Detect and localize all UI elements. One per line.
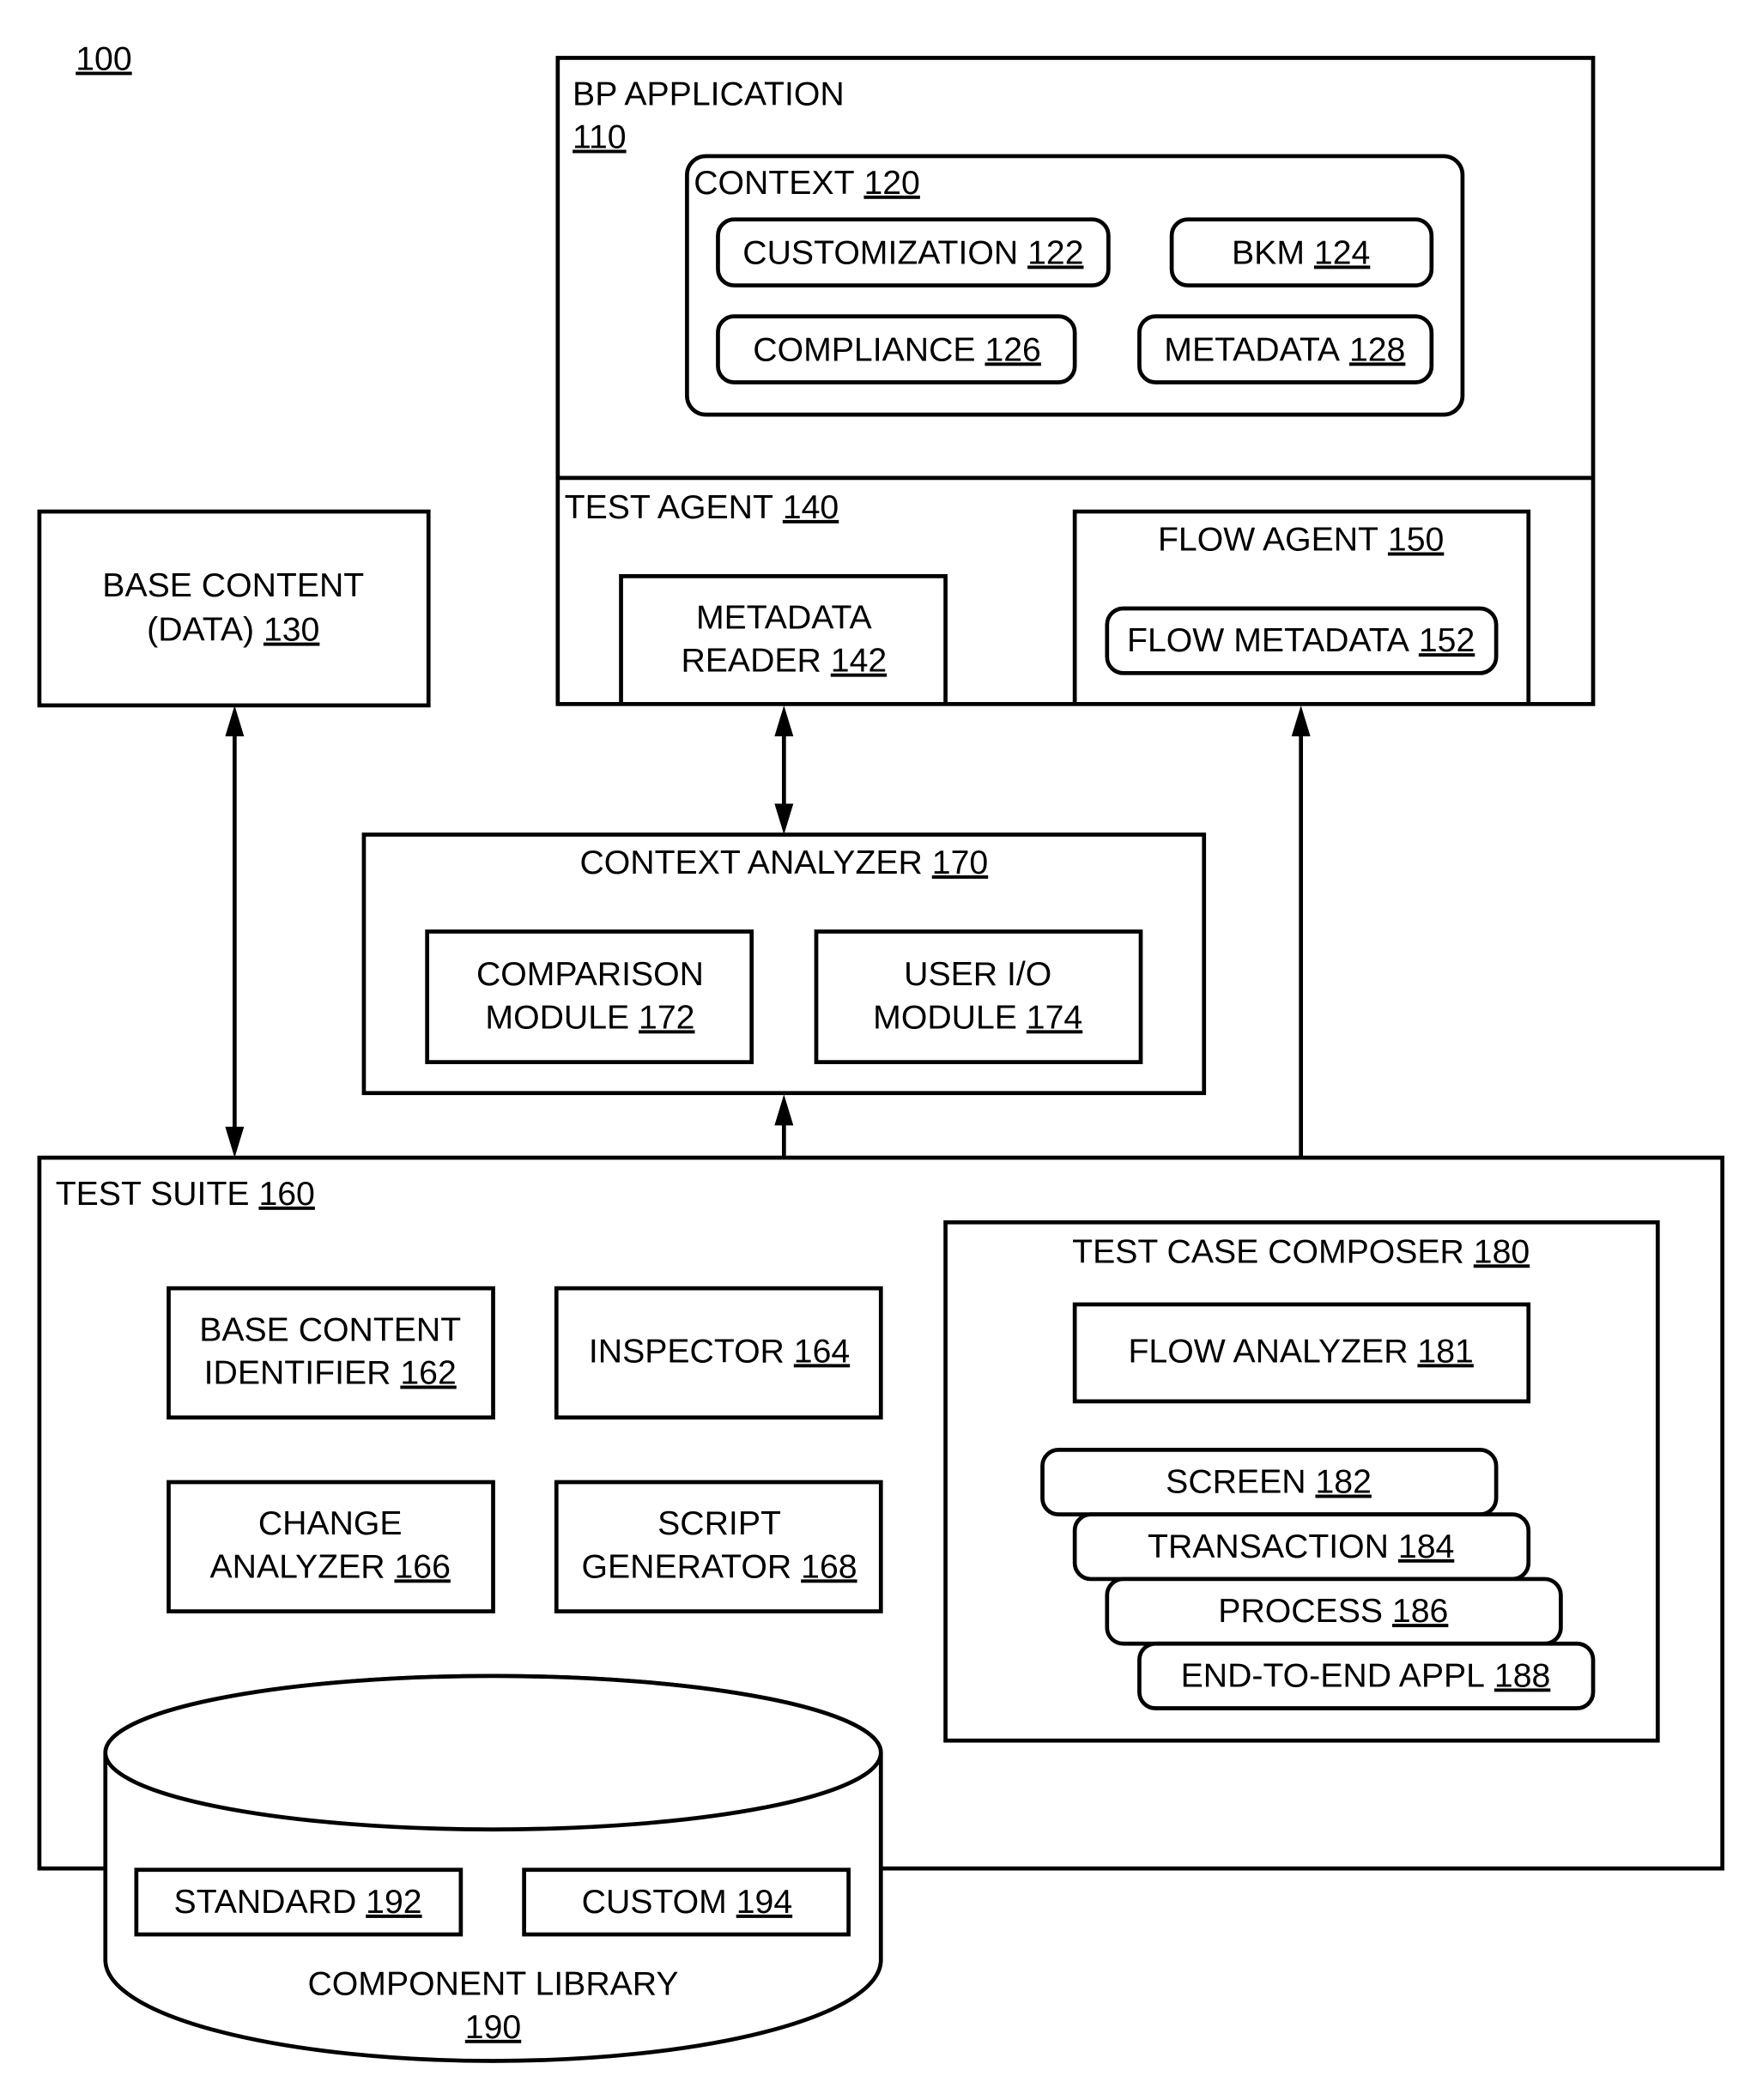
level-screen: SCREEN 182: [1040, 1448, 1499, 1517]
context-analyzer: CONTEXT ANALYZER 170 COMPARISON MODULE 1…: [361, 832, 1207, 1096]
svg-text:(DATA) 130: (DATA) 130: [147, 612, 319, 649]
svg-text:GENERATOR 168: GENERATOR 168: [582, 1548, 857, 1585]
svg-text:SCRIPT: SCRIPT: [657, 1505, 781, 1542]
component-library-ref: 190: [465, 2009, 521, 2046]
context: CONTEXT 120 CUSTOMIZATION 122 BKM 124 CO…: [685, 154, 1465, 417]
metadata: METADATA 128: [1137, 314, 1434, 384]
context-label: CONTEXT: [694, 165, 854, 202]
svg-text:CUSTOMIZATION 122: CUSTOMIZATION 122: [742, 234, 1083, 271]
base-content: BASE CONTENT (DATA) 130: [37, 509, 431, 708]
svg-text:COMPLIANCE 126: COMPLIANCE 126: [753, 331, 1041, 368]
svg-text:MODULE 174: MODULE 174: [873, 999, 1082, 1036]
svg-text:COMPARISON: COMPARISON: [476, 956, 704, 993]
inspector: INSPECTOR 164: [554, 1286, 883, 1420]
svg-text:CONTEXT 120: CONTEXT 120: [694, 165, 920, 202]
connector-flow-agent-test-case-composer: [1291, 705, 1311, 1223]
component-library: STANDARD 192 CUSTOM 194 COMPONENT LIBRAR…: [103, 1673, 883, 2063]
bp-application: BP APPLICATION 110 CONTEXT 120 CUSTOMIZA…: [555, 56, 1596, 706]
compliance: COMPLIANCE 126: [716, 314, 1077, 384]
customization: CUSTOMIZATION 122: [716, 217, 1111, 287]
connector-base-content-test-suite: [225, 705, 245, 1158]
svg-text:FLOW ANALYZER 181: FLOW ANALYZER 181: [1128, 1333, 1473, 1370]
svg-text:MODULE 172: MODULE 172: [485, 999, 694, 1036]
svg-text:BASE CONTENT: BASE CONTENT: [102, 567, 364, 604]
arrowhead-down: [774, 803, 794, 835]
svg-text:USER I/O: USER I/O: [904, 956, 1051, 993]
architecture-diagram: 100 BP APPLICATION 110 CONTEXT 120 CUSTO…: [37, 41, 1724, 2063]
figure-ref: 100: [76, 41, 131, 78]
flow-metadata: FLOW METADATA 152: [1105, 606, 1499, 675]
svg-text:TEST SUITE 160: TEST SUITE 160: [56, 1176, 315, 1213]
svg-text:READER 142: READER 142: [681, 643, 887, 680]
svg-text:ANALYZER 166: ANALYZER 166: [210, 1548, 451, 1585]
test-case-composer: TEST CASE COMPOSER 180 FLOW ANALYZER 181…: [943, 1219, 1660, 1743]
context-ref: 120: [863, 165, 919, 202]
svg-text:CHANGE: CHANGE: [258, 1505, 403, 1542]
svg-text:METADATA 128: METADATA 128: [1164, 331, 1405, 368]
arrowhead-up: [1291, 705, 1311, 737]
svg-text:STANDARD 192: STANDARD 192: [174, 1884, 422, 1921]
svg-text:BKM 124: BKM 124: [1232, 234, 1370, 271]
svg-text:SCREEN 182: SCREEN 182: [1166, 1464, 1372, 1501]
level-end-to-end: END-TO-END APPL 188: [1137, 1641, 1596, 1710]
user-io-module: USER I/O MODULE 174: [814, 929, 1143, 1064]
arrowhead-up: [225, 705, 245, 737]
comparison-module: COMPARISON MODULE 172: [425, 929, 754, 1064]
svg-text:END-TO-END APPL 188: END-TO-END APPL 188: [1181, 1657, 1551, 1694]
arrowhead-up: [774, 705, 794, 737]
level-transaction: TRANSACTION 184: [1072, 1512, 1531, 1582]
svg-text:IDENTIFIER 162: IDENTIFIER 162: [204, 1355, 457, 1392]
svg-text:INSPECTOR 164: INSPECTOR 164: [589, 1333, 850, 1370]
svg-text:FLOW METADATA 152: FLOW METADATA 152: [1127, 622, 1475, 659]
change-analyzer: CHANGE ANALYZER 166: [167, 1480, 495, 1613]
bkm: BKM 124: [1169, 217, 1434, 287]
base-content-identifier: BASE CONTENT IDENTIFIER 162: [167, 1286, 495, 1420]
arrowhead-up: [774, 1094, 794, 1126]
svg-text:TEST CASE COMPOSER 180: TEST CASE COMPOSER 180: [1072, 1233, 1530, 1270]
arrowhead-down: [225, 1126, 245, 1158]
level-process: PROCESS 186: [1105, 1577, 1563, 1646]
flow-analyzer: FLOW ANALYZER 181: [1072, 1302, 1531, 1404]
bp-application-label: BP APPLICATION: [573, 76, 845, 112]
custom: CUSTOM 194: [522, 1867, 851, 1937]
svg-text:CONTEXT ANALYZER 170: CONTEXT ANALYZER 170: [579, 844, 988, 881]
svg-text:CUSTOM 194: CUSTOM 194: [582, 1884, 793, 1921]
svg-text:BASE CONTENT: BASE CONTENT: [199, 1311, 461, 1348]
standard: STANDARD 192: [134, 1867, 464, 1937]
script-generator: SCRIPT GENERATOR 168: [554, 1480, 883, 1613]
svg-text:PROCESS 186: PROCESS 186: [1218, 1593, 1448, 1630]
bp-application-ref: 110: [573, 119, 626, 156]
cylinder-top: [103, 1673, 883, 1832]
component-library-label: COMPONENT LIBRARY: [307, 1966, 678, 2003]
svg-text:TRANSACTION 184: TRANSACTION 184: [1148, 1528, 1454, 1565]
test-agent-label: TEST AGENT 140: [565, 489, 839, 526]
svg-text:METADATA: METADATA: [696, 600, 873, 637]
svg-text:FLOW AGENT 150: FLOW AGENT 150: [1158, 522, 1444, 559]
connector-metadata-reader-context-analyzer: [774, 705, 794, 835]
